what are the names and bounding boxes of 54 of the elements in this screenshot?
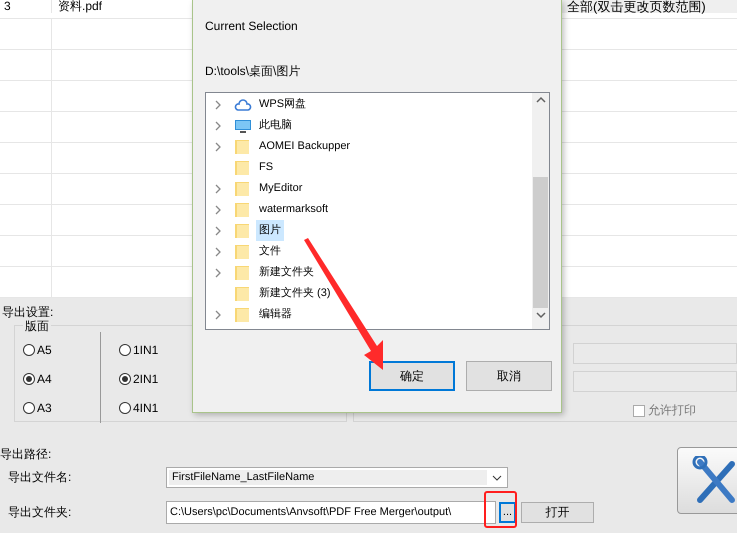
radio-button[interactable]: [23, 402, 35, 414]
highlight-frame: [484, 491, 517, 528]
tools-icon: [692, 456, 737, 506]
tree-item[interactable]: watermarksoft: [256, 199, 332, 220]
radio-button[interactable]: [119, 344, 131, 356]
radio-label: 4IN1: [133, 400, 158, 414]
input-field[interactable]: [573, 343, 737, 364]
tree-item[interactable]: 编辑器: [256, 304, 295, 325]
tree-item[interactable]: 文件: [256, 241, 284, 262]
folder-icon: [234, 306, 252, 324]
folder-icon: [234, 200, 252, 218]
tree-item[interactable]: 图片: [256, 220, 284, 241]
tree-item[interactable]: 新建文件夹 (3): [256, 283, 334, 304]
table-cell: 3: [0, 0, 52, 13]
folder-icon: [234, 180, 252, 198]
scrollbar[interactable]: [532, 93, 549, 329]
field-label: 导出文件名:: [7, 469, 72, 486]
radio-button[interactable]: [119, 372, 131, 384]
open-button[interactable]: 打开: [521, 502, 594, 523]
radio-label: A3: [37, 400, 52, 414]
radio-button[interactable]: [23, 344, 35, 356]
section-title: 导出路径:: [0, 447, 52, 463]
dialog-button[interactable]: 取消: [466, 361, 552, 391]
tree-item[interactable]: 此电脑: [256, 115, 295, 136]
tree-item[interactable]: WPS网盘: [256, 94, 310, 115]
radio-label: A4: [37, 372, 52, 386]
dialog-button[interactable]: 确定: [369, 361, 455, 391]
selected-path: D:\tools\桌面\图片: [205, 63, 302, 80]
section-title: 导出设置:: [2, 304, 54, 320]
table-cell: 全部(双击更改页数范围): [562, 0, 737, 13]
dropdown[interactable]: FirstFileName_LastFileName: [166, 467, 508, 488]
tree-item[interactable]: AOMEI Backupper: [256, 136, 354, 157]
folder-icon: [234, 264, 252, 282]
folder-icon: [234, 222, 252, 240]
radio-button[interactable]: [119, 402, 131, 414]
field-label: 导出文件夹:: [7, 504, 72, 521]
input-field[interactable]: C:\Users\pc\Documents\Anvsoft\PDF Free Merger\output\: [166, 501, 496, 524]
radio-label: 1IN1: [133, 342, 158, 356]
checkbox[interactable]: [633, 404, 645, 416]
tree-item[interactable]: FS: [256, 157, 276, 178]
folder-icon: [234, 284, 252, 302]
input-field[interactable]: [573, 371, 737, 392]
folder-icon: [234, 158, 252, 176]
tree-item[interactable]: MyEditor: [256, 178, 306, 199]
browse-button[interactable]: ...: [499, 502, 516, 523]
radio-button[interactable]: [23, 372, 35, 384]
dialog-heading: Current Selection: [205, 19, 299, 35]
folder-icon: [234, 138, 252, 156]
tree-item[interactable]: 新建文件夹: [256, 262, 317, 283]
checkbox-label: 允许打印: [648, 402, 696, 419]
radio-label: 2IN1: [133, 372, 158, 386]
folder-icon: [234, 242, 252, 260]
radio-label: A5: [37, 342, 52, 356]
tools-button[interactable]: [677, 447, 737, 514]
